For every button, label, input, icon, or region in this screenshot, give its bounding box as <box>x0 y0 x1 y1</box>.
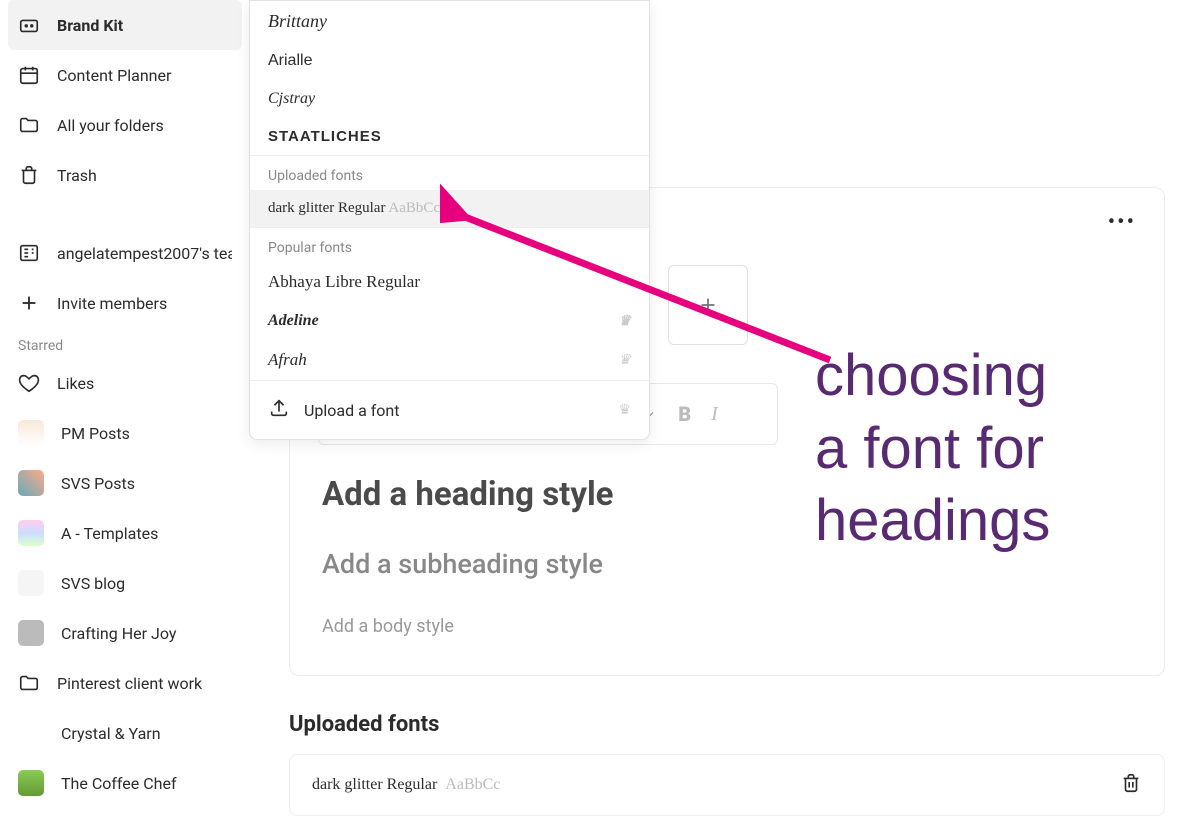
font-option-afrah[interactable]: Afrah ♛ <box>250 340 649 380</box>
thumbnail-icon <box>18 620 44 646</box>
pro-crown-icon: ♛ <box>618 352 631 369</box>
thumbnail-icon <box>18 720 44 746</box>
uploaded-font-name: dark glitter Regular AaBbCc <box>312 776 500 794</box>
font-option-adeline[interactable]: Adeline ♛ <box>250 302 649 340</box>
sidebar-item-label: PM Posts <box>61 424 130 443</box>
folder-icon <box>18 672 40 694</box>
sidebar-item-label: Content Planner <box>57 66 171 85</box>
sidebar-starred-crystal-yarn[interactable]: Crystal & Yarn <box>0 708 250 758</box>
more-icon[interactable]: ••• <box>1108 210 1136 235</box>
sidebar-starred-svs-blog[interactable]: SVS blog <box>0 558 250 608</box>
sidebar-item-label: Crystal & Yarn <box>61 724 161 743</box>
folder-icon <box>18 114 40 136</box>
sidebar-starred-heading: Starred <box>0 328 250 358</box>
font-option-brittany[interactable]: Brittany <box>250 1 649 42</box>
font-option-cjstray[interactable]: Cjstray <box>250 80 649 118</box>
sidebar-item-label: All your folders <box>57 116 164 135</box>
add-swatch-button[interactable] <box>668 265 748 345</box>
font-option-arialle[interactable]: Arialle <box>250 42 649 80</box>
sidebar-item-label: Crafting Her Joy <box>61 624 176 643</box>
uploaded-fonts-heading: Uploaded fonts <box>289 712 439 737</box>
delete-font-button[interactable] <box>1120 772 1142 798</box>
font-dropdown-menu: Brittany Arialle Cjstray Staatliches Upl… <box>249 0 650 440</box>
sidebar-starred-pinterest-client[interactable]: Pinterest client work <box>0 658 250 708</box>
annotation-text: choosinga font forheadings <box>815 340 1050 558</box>
sidebar-starred-crafting-her-joy[interactable]: Crafting Her Joy <box>0 608 250 658</box>
sidebar-item-brand-kit[interactable]: Brand Kit <box>8 0 242 50</box>
trash-icon <box>18 164 40 186</box>
sidebar-item-trash[interactable]: Trash <box>0 150 250 200</box>
font-option-staatliches[interactable]: Staatliches <box>250 118 649 155</box>
dropdown-section-uploaded: Uploaded fonts <box>250 155 649 190</box>
thumbnail-icon <box>18 520 44 546</box>
upload-font-button[interactable]: Upload a font ♛ <box>250 380 649 439</box>
sidebar-item-label: SVS Posts <box>61 474 135 493</box>
team-icon <box>18 242 40 264</box>
sidebar-item-label: SVS blog <box>61 574 125 593</box>
sidebar-item-team[interactable]: angelatempest2007's team <box>0 228 250 278</box>
bold-button[interactable]: B <box>678 402 691 426</box>
sidebar-item-label: Likes <box>57 374 94 393</box>
sidebar-starred-pm-posts[interactable]: PM Posts <box>0 408 250 458</box>
thumbnail-icon <box>18 770 44 796</box>
sidebar: Brand Kit Content Planner All your folde… <box>0 0 250 838</box>
sidebar-team-label: angelatempest2007's team <box>57 244 232 263</box>
upload-font-label: Upload a font <box>304 401 400 420</box>
thumbnail-icon <box>18 570 44 596</box>
italic-button[interactable]: I <box>711 403 718 426</box>
uploaded-font-row[interactable]: dark glitter Regular AaBbCc <box>289 754 1165 816</box>
sidebar-invite-label: Invite members <box>57 294 167 313</box>
thumbnail-icon <box>18 420 44 446</box>
sidebar-item-invite[interactable]: Invite members <box>0 278 250 328</box>
thumbnail-icon <box>18 470 44 496</box>
sidebar-item-content-planner[interactable]: Content Planner <box>0 50 250 100</box>
brand-kit-icon <box>18 14 40 36</box>
sidebar-item-label: Pinterest client work <box>57 674 202 693</box>
add-body-style[interactable]: Add a body style <box>318 608 1136 645</box>
sidebar-item-all-folders[interactable]: All your folders <box>0 100 250 150</box>
heart-icon <box>18 372 40 394</box>
upload-icon <box>268 397 290 423</box>
sidebar-item-label: A - Templates <box>61 524 158 543</box>
font-option-abhaya[interactable]: Abhaya Libre Regular <box>250 262 649 302</box>
dropdown-section-popular: Popular fonts <box>250 227 649 262</box>
calendar-icon <box>18 64 40 86</box>
sidebar-item-label: The Coffee Chef <box>61 774 177 793</box>
plus-icon <box>18 292 40 314</box>
pro-crown-icon: ♛ <box>618 402 631 418</box>
sidebar-item-label: Brand Kit <box>57 16 123 35</box>
sidebar-starred-coffee-chef[interactable]: The Coffee Chef <box>0 758 250 808</box>
pro-crown-icon: ♛ <box>618 313 631 330</box>
font-option-dark-glitter[interactable]: dark glitter Regular AaBbCc <box>250 190 649 227</box>
sidebar-starred-a-templates[interactable]: A - Templates <box>0 508 250 558</box>
sidebar-starred-svs-posts[interactable]: SVS Posts <box>0 458 250 508</box>
sidebar-item-label: Trash <box>57 166 97 185</box>
sidebar-starred-likes[interactable]: Likes <box>0 358 250 408</box>
